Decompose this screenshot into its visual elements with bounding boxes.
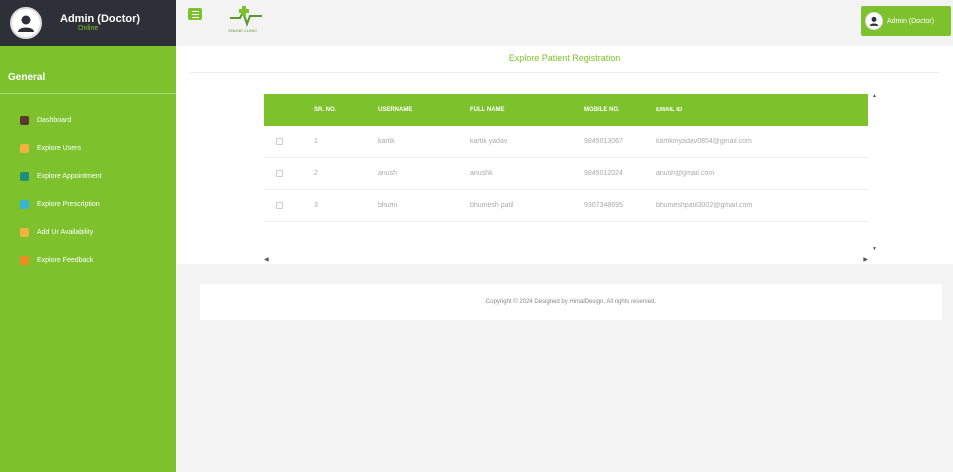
clock-icon: [20, 227, 29, 237]
sidebar-divider: [0, 93, 176, 94]
footer-area: Copyright © 2024 Designed by HimalDesign…: [176, 264, 953, 472]
cell-username: anush: [378, 170, 398, 177]
calendar-icon: [20, 171, 29, 181]
cell-mobile: 9845012024: [584, 170, 623, 177]
sidebar-item-label: Explore Users: [37, 144, 81, 152]
column-header-fullname[interactable]: FULL NAME: [458, 107, 572, 113]
cell-fullname: kartik yadav: [470, 138, 508, 145]
avatar[interactable]: [10, 7, 42, 39]
table-row: 1 kartik kartik yadav 9845013067 kartikm…: [264, 126, 868, 158]
sidebar-item-label: Explore Feedback: [37, 256, 94, 264]
sidebar-item-label: Add Ur Availability: [37, 228, 94, 236]
sidebar-item-prescription[interactable]: Explore Prescription: [0, 190, 176, 218]
column-header-mobile[interactable]: MOBILE NO.: [572, 107, 648, 113]
horizontal-scrollbar[interactable]: ◀ ▶: [264, 254, 868, 264]
main-content: Explore Patient Registration SR. NO. USE…: [176, 46, 953, 472]
cell-email: bhumeshpatil3002@gmail.com: [656, 202, 753, 209]
patient-table: SR. NO. USERNAME FULL NAME MOBILE NO. EM…: [264, 94, 868, 263]
table-row: 3 bhumi bhumesh patil 9307348695 bhumesh…: [264, 190, 868, 222]
user-menu-button[interactable]: Admin (Doctor): [861, 6, 951, 36]
column-header-username[interactable]: USERNAME: [366, 107, 458, 113]
scroll-right-icon[interactable]: ▶: [863, 256, 868, 263]
cell-srno: 2: [314, 170, 318, 177]
cell-username: kartik: [378, 138, 395, 145]
cell-srno: 1: [314, 138, 318, 145]
home-icon: [20, 115, 29, 125]
sidebar: Admin (Doctor) Online General Dashboard …: [0, 0, 176, 472]
prescription-icon: [20, 199, 29, 209]
scroll-up-icon[interactable]: ▲: [872, 93, 877, 99]
cell-email: anush@gmail.com: [656, 170, 715, 177]
sidebar-user-status: Online: [78, 25, 99, 33]
menu-toggle-icon[interactable]: [188, 8, 202, 20]
sidebar-item-label: Explore Appointment: [37, 172, 102, 180]
footer: Copyright © 2024 Designed by HimalDesign…: [200, 284, 942, 320]
cell-username: bhumi: [378, 202, 398, 209]
cell-email: kartikmyadav0854@gmail.com: [656, 138, 752, 145]
user-avatar-icon: [869, 16, 879, 26]
cell-mobile: 9307348695: [584, 202, 623, 209]
users-icon: [20, 143, 29, 153]
user-avatar-icon: [18, 15, 34, 32]
sidebar-item-dashboard[interactable]: Dashboard: [0, 106, 176, 134]
sidebar-item-label: Explore Prescription: [37, 200, 100, 208]
cell-mobile: 9845013067: [584, 138, 623, 145]
row-checkbox[interactable]: [276, 202, 283, 209]
cell-fullname: bhumesh patil: [470, 202, 514, 209]
sidebar-menu: Dashboard Explore Users Explore Appointm…: [0, 106, 176, 274]
feedback-icon: [20, 255, 29, 265]
cell-fullname: anushk: [470, 170, 493, 177]
table-header: SR. NO. USERNAME FULL NAME MOBILE NO. EM…: [264, 94, 868, 126]
page-title: Explore Patient Registration: [508, 53, 621, 63]
sidebar-section-title: General: [8, 72, 46, 83]
logo-text: ONLINE CLINIC: [228, 28, 258, 33]
sidebar-item-label: Dashboard: [37, 116, 72, 124]
top-bar: ONLINE CLINIC Admin (Doctor): [176, 0, 953, 46]
sidebar-item-users[interactable]: Explore Users: [0, 134, 176, 162]
avatar: [865, 12, 883, 30]
table-row: 2 anush anushk 9845012024 anush@gmail.co…: [264, 158, 868, 190]
scroll-down-icon[interactable]: ▼: [872, 246, 877, 252]
sidebar-item-appointment[interactable]: Explore Appointment: [0, 162, 176, 190]
sidebar-item-availability[interactable]: Add Ur Availability: [0, 218, 176, 246]
sidebar-user-name: Admin (Doctor): [60, 13, 141, 26]
clinic-logo-icon[interactable]: [228, 4, 264, 30]
footer-copyright: Copyright © 2024 Designed by HimalDesign…: [485, 299, 657, 305]
row-checkbox[interactable]: [276, 170, 283, 177]
title-divider: [190, 72, 939, 73]
sidebar-item-feedback[interactable]: Explore Feedback: [0, 246, 176, 274]
row-checkbox[interactable]: [276, 138, 283, 145]
cell-srno: 3: [314, 202, 318, 209]
column-header-email[interactable]: EMAIL ID: [648, 107, 868, 113]
user-menu-label: Admin (Doctor): [887, 17, 935, 25]
column-header-srno[interactable]: SR. NO.: [302, 107, 366, 113]
scroll-left-icon[interactable]: ◀: [264, 256, 269, 263]
sidebar-user-panel: Admin (Doctor) Online: [0, 0, 176, 46]
